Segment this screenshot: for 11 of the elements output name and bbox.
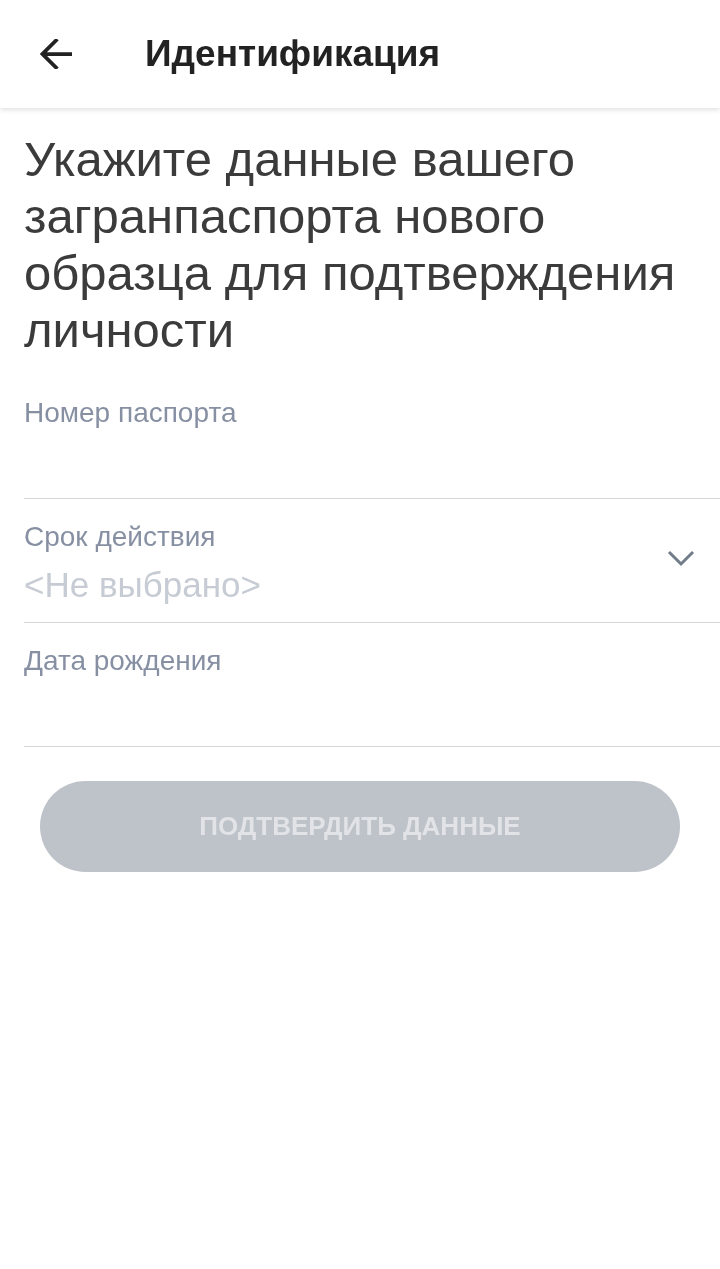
birth-date-field[interactable]: Дата рождения: [24, 623, 720, 747]
select-placeholder: <Не выбрано>: [24, 565, 261, 605]
expiry-select[interactable]: Срок действия <Не выбрано>: [24, 499, 720, 623]
field-label: Дата рождения: [24, 645, 222, 677]
field-label: Номер паспорта: [24, 397, 237, 429]
back-arrow-icon: [40, 39, 72, 69]
field-label: Срок действия: [24, 521, 216, 553]
instruction-heading: Укажите данные вашего загранпаспорта нового образца для подтверждения личности: [24, 131, 677, 359]
screen-title: Идентификация: [145, 31, 441, 76]
passport-number-field[interactable]: Номер паспорта: [24, 375, 720, 499]
chevron-down-icon: [667, 549, 695, 567]
